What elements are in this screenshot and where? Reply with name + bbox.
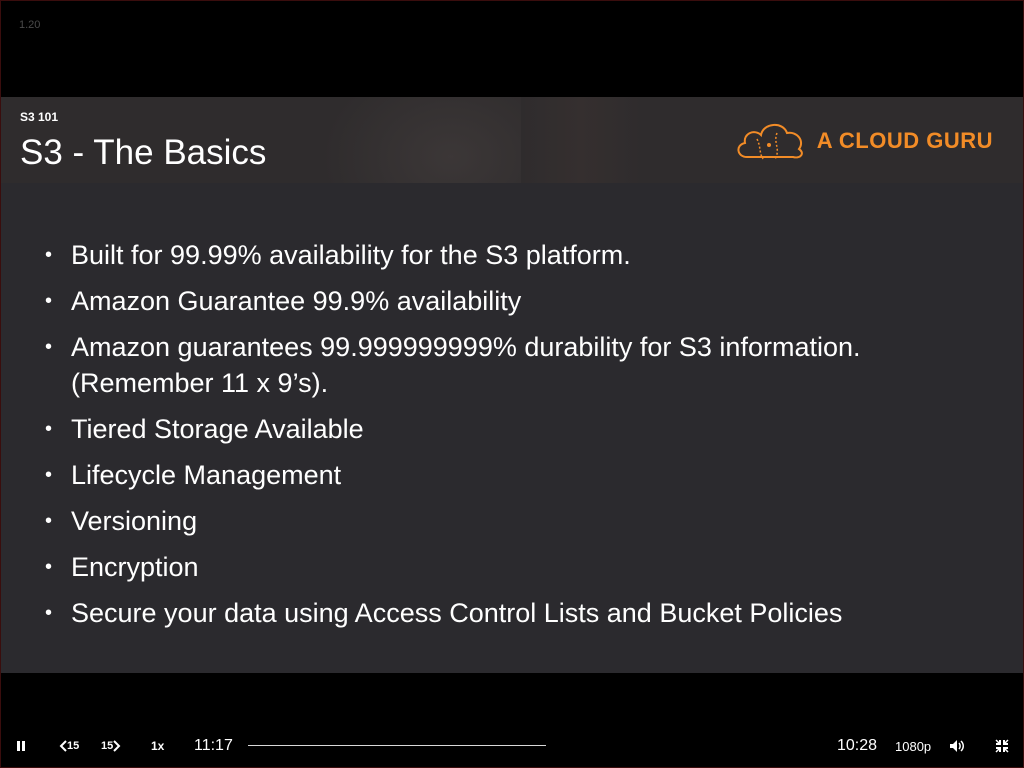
bullet-item: Lifecycle Management — [45, 457, 995, 493]
brand-logo: A CLOUD GURU — [733, 119, 993, 163]
slide-frame: S3 101 S3 - The Basics A CLOUD GURU Buil… — [1, 97, 1023, 673]
bullet-list: Built for 99.99% availability for the S3… — [45, 237, 995, 641]
forward-15-button[interactable]: 15 — [101, 731, 121, 761]
remaining-time: 10:28 — [837, 737, 878, 754]
presenter-overlay-shadow — [521, 97, 641, 183]
bullet-item: Built for 99.99% availability for the S3… — [45, 237, 995, 273]
pause-icon-bar — [22, 741, 25, 751]
bullet-item: Tiered Storage Available — [45, 411, 995, 447]
bullet-item: Amazon guarantees 99.999999999% durabili… — [45, 329, 995, 401]
exit-fullscreen-button[interactable] — [995, 731, 1009, 761]
player-controls: 15 15 1x 11:17 10:28 1080p — [1, 731, 1023, 761]
cloud-logo-icon — [737, 124, 803, 160]
rewind-15-icon — [59, 740, 67, 752]
playback-speed-button[interactable]: 1x — [151, 731, 164, 761]
progress-bar[interactable] — [248, 745, 546, 746]
player-version: 1.20 — [19, 19, 41, 31]
pause-icon — [17, 741, 20, 751]
bullet-item: Versioning — [45, 503, 995, 539]
brand-logo-text: A CLOUD GURU — [816, 128, 993, 153]
pause-button[interactable] — [17, 731, 27, 761]
rewind-15-label: 15 — [67, 740, 80, 752]
forward-15-label: 15 — [101, 740, 114, 752]
quality-selector[interactable]: 1080p — [895, 731, 931, 761]
volume-button[interactable] — [949, 731, 965, 761]
current-time: 11:17 — [194, 737, 233, 754]
rewind-15-button[interactable]: 15 — [59, 731, 79, 761]
forward-15-icon — [113, 740, 121, 752]
slide-title: S3 - The Basics — [20, 133, 267, 172]
video-player[interactable]: 1.20 S3 101 S3 - The Basics A CLOUD GURU… — [0, 0, 1024, 768]
bullet-item: Secure your data using Access Control Li… — [45, 595, 995, 631]
section-tag: S3 101 — [20, 110, 59, 124]
bullet-item: Amazon Guarantee 99.9% availability — [45, 283, 995, 319]
volume-icon — [950, 740, 964, 752]
slide-header: S3 101 S3 - The Basics A CLOUD GURU — [1, 97, 1023, 183]
exit-fullscreen-icon — [995, 739, 1009, 753]
bullet-item: Encryption — [45, 549, 995, 585]
